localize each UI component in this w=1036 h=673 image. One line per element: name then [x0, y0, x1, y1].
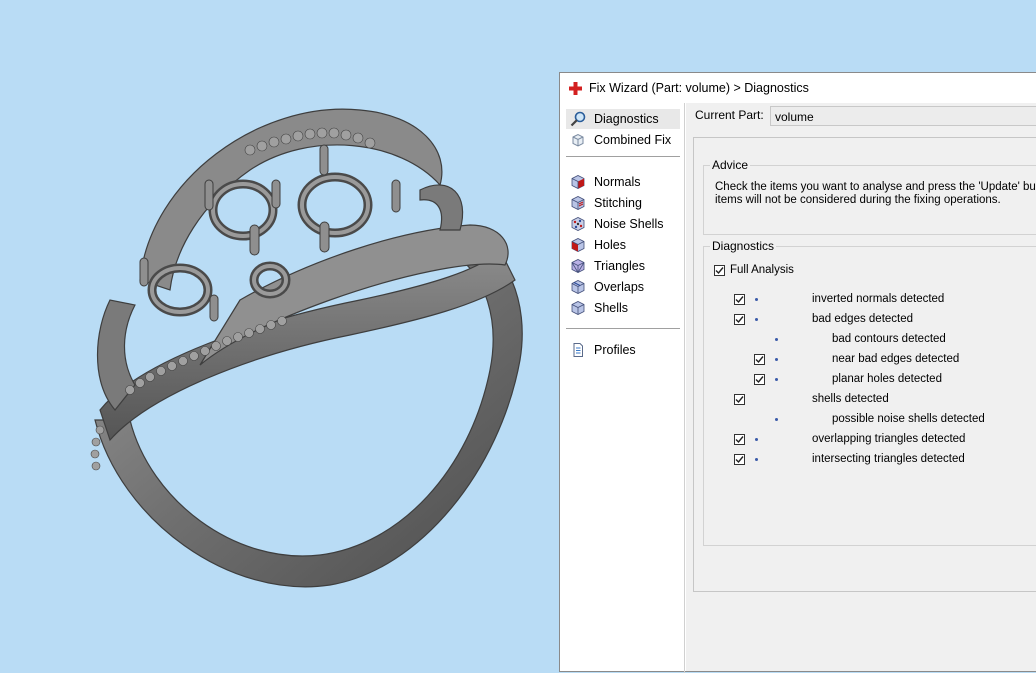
checkmark-icon	[735, 456, 744, 464]
nav-item-profiles[interactable]: Profiles	[566, 340, 680, 360]
magnifier-icon	[570, 111, 586, 127]
stitching-cube-icon	[571, 196, 585, 210]
ring-model	[90, 108, 523, 588]
checkmark-icon	[735, 316, 744, 324]
nav-label: Triangles	[594, 259, 645, 273]
advice-title: Advice	[710, 158, 751, 172]
diag-item-label: inverted normals detected	[812, 293, 945, 305]
checkmark-icon	[735, 436, 744, 444]
nav-label: Profiles	[594, 343, 636, 357]
diag-checkbox[interactable]	[754, 354, 765, 365]
diagnostics-panel: Advice Check the items you want to analy…	[693, 137, 1036, 592]
nav-divider	[684, 103, 685, 673]
checkmark-icon	[755, 376, 764, 384]
nav-item-overlaps[interactable]: Overlaps	[566, 277, 680, 297]
full-analysis-label: Full Analysis	[730, 264, 794, 276]
diag-checkbox[interactable]	[734, 394, 745, 405]
nav-item-combined-fix[interactable]: Combined Fix	[566, 130, 680, 150]
checkmark-icon	[715, 267, 724, 275]
diagnostics-page: Current Part: volume Advice Check the it…	[686, 103, 1036, 671]
bullet	[755, 318, 758, 321]
current-part-field[interactable]: volume	[770, 106, 1036, 126]
fix-wizard-window: Fix Wizard (Part: volume) > Diagnostics …	[559, 72, 1036, 673]
wizard-nav: Diagnostics Combined Fix Normals Stitchi…	[566, 109, 680, 669]
diag-checkbox[interactable]	[734, 454, 745, 465]
nav-label: Holes	[594, 238, 626, 252]
diag-item-label: shells detected	[812, 393, 889, 405]
checkmark-icon	[755, 356, 764, 364]
diag-item-label: intersecting triangles detected	[812, 453, 965, 465]
holes-cube-icon	[571, 238, 585, 252]
red-cross-icon	[569, 82, 582, 95]
bullet	[775, 378, 778, 381]
bullet	[775, 358, 778, 361]
nav-item-stitching[interactable]: Stitching	[566, 193, 680, 213]
diag-checkbox[interactable]	[734, 434, 745, 445]
nav-separator	[566, 328, 680, 329]
nav-label: Noise Shells	[594, 217, 664, 231]
current-part-label: Current Part:	[695, 108, 764, 122]
bullet	[755, 438, 758, 441]
diag-checkbox[interactable]	[754, 374, 765, 385]
diagnostics-group: Diagnostics Full Analysis inverted norma…	[703, 239, 1036, 546]
nav-label: Normals	[594, 175, 641, 189]
triangles-cube-icon	[571, 259, 585, 273]
nav-item-holes[interactable]: Holes	[566, 235, 680, 255]
diag-item-label: near bad edges detected	[832, 353, 960, 365]
current-part-value: volume	[775, 110, 814, 124]
normals-cube-icon	[571, 175, 585, 189]
document-icon	[573, 343, 583, 357]
full-analysis-checkbox[interactable]	[714, 265, 725, 276]
diag-item-label: planar holes detected	[832, 373, 942, 385]
nav-item-normals[interactable]: Normals	[566, 172, 680, 192]
nav-label: Stitching	[594, 196, 642, 210]
diag-checkbox[interactable]	[734, 294, 745, 305]
nav-item-diagnostics[interactable]: Diagnostics	[566, 109, 680, 129]
title-bar[interactable]: Fix Wizard (Part: volume) > Diagnostics	[560, 73, 1036, 103]
cube-outline-icon	[572, 133, 584, 147]
advice-line-1: Check the items you want to analyse and …	[715, 181, 1036, 193]
advice-group: Advice Check the items you want to analy…	[703, 158, 1036, 235]
diag-item-label: bad edges detected	[812, 313, 914, 325]
nav-label: Shells	[594, 301, 629, 315]
noise-shells-icon	[571, 217, 585, 231]
bullet	[755, 458, 758, 461]
nav-item-triangles[interactable]: Triangles	[566, 256, 680, 276]
nav-item-noise-shells[interactable]: Noise Shells	[566, 214, 680, 234]
shells-cube-icon	[571, 301, 585, 315]
bullet	[775, 418, 778, 421]
diag-item-label: possible noise shells detected	[832, 413, 985, 425]
nav-label: Combined Fix	[594, 133, 672, 147]
advice-text: Check the items you want to analyse and …	[715, 181, 1036, 207]
diag-item-label: bad contours detected	[832, 333, 946, 345]
window-title: Fix Wizard (Part: volume) > Diagnostics	[589, 81, 809, 95]
bullet	[775, 338, 778, 341]
advice-line-2: items will not be considered during the …	[715, 194, 1001, 206]
overlaps-cube-icon	[571, 280, 585, 294]
nav-label: Diagnostics	[594, 112, 659, 126]
nav-separator	[566, 156, 680, 157]
bullet	[755, 298, 758, 301]
diagnostics-title: Diagnostics	[710, 239, 777, 253]
nav-label: Overlaps	[594, 280, 645, 294]
diag-item-label: overlapping triangles detected	[812, 433, 966, 445]
checkmark-icon	[735, 396, 744, 404]
checkmark-icon	[735, 296, 744, 304]
nav-item-shells[interactable]: Shells	[566, 298, 680, 318]
diag-checkbox[interactable]	[734, 314, 745, 325]
